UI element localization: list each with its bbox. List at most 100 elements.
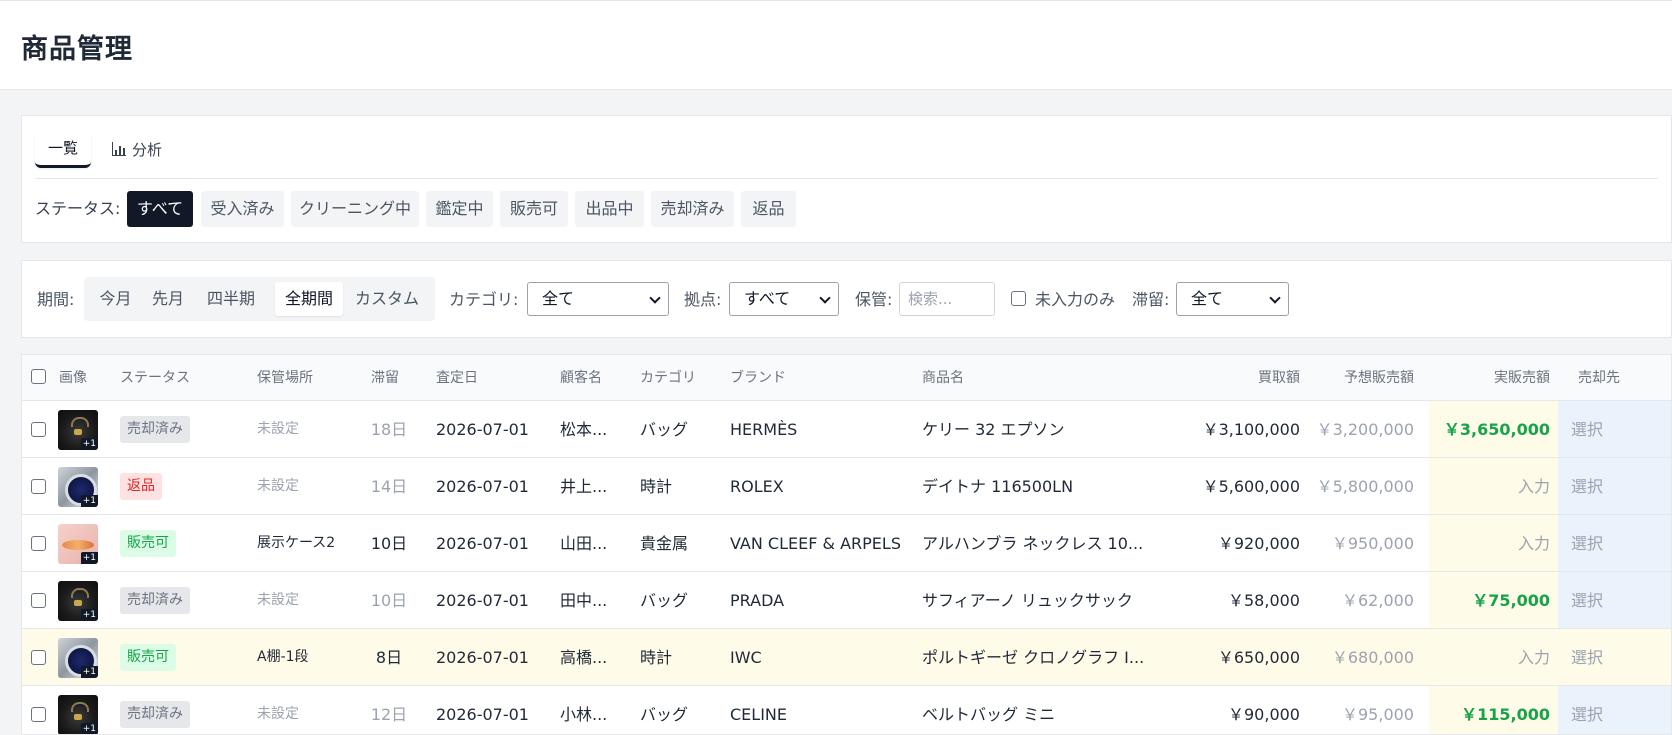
product-thumbnail[interactable]: +1 <box>58 695 98 734</box>
location-select[interactable]: すべて <box>729 282 839 316</box>
select-all-checkbox[interactable] <box>31 369 46 384</box>
product-thumbnail[interactable]: +1 <box>58 410 98 450</box>
table-row[interactable]: +1 売却済み 未設定 18日 2026-07-01 松本... バッグ HERMÈS ケリー … <box>22 401 1671 458</box>
period-quarter[interactable]: 四半期 <box>196 282 266 316</box>
table-row[interactable]: +1 販売可 A棚-1段 8日 2026-07-01 高橋... 時計 IWC ポルトギーゼ ク… <box>22 629 1671 686</box>
row-checkbox[interactable] <box>31 593 46 608</box>
unentered-only-checkbox[interactable] <box>1011 291 1026 306</box>
period-last-month[interactable]: 先月 <box>142 282 194 316</box>
stagnation-cell: 12日 <box>370 705 408 724</box>
purchase-price-cell: ￥58,000 <box>1228 591 1300 610</box>
buyer-select-cell[interactable]: 選択 <box>1571 458 1631 515</box>
actual-price-cell[interactable]: ￥115,000 <box>1432 686 1550 734</box>
location-cell: 未設定 <box>257 478 299 494</box>
row-checkbox[interactable] <box>31 422 46 437</box>
page-title: 商品管理 <box>21 34 133 65</box>
status-chip-all[interactable]: すべて <box>127 191 193 227</box>
appraisal-date-cell: 2026-07-01 <box>436 420 529 439</box>
stagnation-cell: 18日 <box>370 420 408 439</box>
stagnation-label: 滞留: <box>1132 290 1170 309</box>
table-row[interactable]: +1 売却済み 未設定 12日 2026-07-01 小林... バッグ CELINE ベルトバ… <box>22 686 1671 734</box>
status-badge: 返品 <box>120 473 162 500</box>
period-custom[interactable]: カスタム <box>345 282 429 316</box>
category-select[interactable]: 全て <box>527 282 669 316</box>
chevron-down-icon <box>819 292 831 304</box>
actual-price-cell[interactable]: ￥75,000 <box>1432 572 1550 629</box>
status-chip-sold[interactable]: 売却済み <box>651 191 734 227</box>
brand-cell: CELINE <box>730 705 787 724</box>
page-header: 商品管理 <box>0 0 1672 90</box>
buyer-select-cell[interactable]: 選択 <box>1571 629 1631 686</box>
actual-price-cell[interactable]: 入力 <box>1432 629 1550 686</box>
header-purchase: 買取額 <box>1258 370 1300 386</box>
header-status: ステータス <box>120 370 190 386</box>
status-filter-label: ステータス: <box>35 199 121 218</box>
status-chip-listed[interactable]: 出品中 <box>575 191 644 227</box>
brand-cell: PRADA <box>730 591 785 610</box>
product-name-cell[interactable]: サフィアーノ リュックサック <box>922 572 1152 629</box>
buyer-select-cell[interactable]: 選択 <box>1571 686 1631 734</box>
buyer-select-cell[interactable]: 選択 <box>1571 572 1631 629</box>
row-checkbox[interactable] <box>31 536 46 551</box>
product-thumbnail[interactable]: +1 <box>58 581 98 621</box>
table-row[interactable]: +1 売却済み 未設定 10日 2026-07-01 田中... バッグ PRADA サフィアー… <box>22 572 1671 629</box>
more-images-badge: +1 <box>80 723 98 734</box>
storage-label: 保管: <box>855 290 893 309</box>
actual-price-cell[interactable]: ￥3,650,000 <box>1432 401 1550 458</box>
tab-analysis[interactable]: 分析 <box>110 130 190 168</box>
period-label: 期間: <box>37 290 75 309</box>
purchase-price-cell: ￥90,000 <box>1228 705 1300 724</box>
status-chip-appraising[interactable]: 鑑定中 <box>426 191 493 227</box>
product-name-cell[interactable]: ベルトバッグ ミニ <box>922 686 1152 734</box>
header-buyer: 売却先 <box>1578 370 1620 386</box>
table-row[interactable]: +1 返品 未設定 14日 2026-07-01 井上... 時計 ROLEX デイトナ 116… <box>22 458 1671 515</box>
buyer-select-cell[interactable]: 選択 <box>1571 515 1631 572</box>
product-name-cell[interactable]: ケリー 32 エプソン <box>922 401 1152 458</box>
header-stagnation: 滞留 <box>371 370 399 386</box>
tab-list[interactable]: 一覧 <box>35 130 91 168</box>
appraisal-date-cell: 2026-07-01 <box>436 648 529 667</box>
location-cell: 展示ケース2 <box>257 535 336 551</box>
status-badge: 売却済み <box>120 416 190 443</box>
header-location: 保管場所 <box>257 370 313 386</box>
appraisal-date-cell: 2026-07-01 <box>436 534 529 553</box>
status-chip-cleaning[interactable]: クリーニング中 <box>291 191 419 227</box>
location-cell: 未設定 <box>257 706 299 722</box>
actual-price-cell[interactable]: 入力 <box>1432 458 1550 515</box>
period-all-time[interactable]: 全期間 <box>275 282 343 316</box>
product-thumbnail[interactable]: +1 <box>58 638 98 678</box>
appraisal-date-cell: 2026-07-01 <box>436 477 529 496</box>
customer-cell: 松本... <box>560 420 608 439</box>
product-name-cell[interactable]: アルハンブラ ネックレス 10... <box>922 515 1152 572</box>
actual-price-cell[interactable]: 入力 <box>1432 515 1550 572</box>
storage-search-input[interactable]: 検索... <box>899 282 995 316</box>
header-image: 画像 <box>59 370 87 386</box>
stagnation-select[interactable]: 全て <box>1176 282 1289 316</box>
category-cell: バッグ <box>640 705 689 724</box>
product-name-cell[interactable]: デイトナ 116500LN <box>922 458 1152 515</box>
expected-price-cell: ￥680,000 <box>1331 648 1414 667</box>
product-thumbnail[interactable]: +1 <box>58 524 98 564</box>
product-name-cell[interactable]: ポルトギーゼ クロノグラフ I... <box>922 629 1152 686</box>
row-checkbox[interactable] <box>31 707 46 722</box>
table-row[interactable]: +1 販売可 展示ケース2 10日 2026-07-01 山田... 貴金属 VAN CLEE… <box>22 515 1671 572</box>
row-checkbox[interactable] <box>31 479 46 494</box>
category-label: カテゴリ: <box>449 290 519 309</box>
status-chip-for-sale[interactable]: 販売可 <box>500 191 568 227</box>
header-category: カテゴリ <box>640 370 696 386</box>
product-thumbnail[interactable]: +1 <box>58 467 98 507</box>
location-cell: A棚-1段 <box>257 649 309 665</box>
buyer-select-cell[interactable]: 選択 <box>1571 401 1631 458</box>
header-actual: 実販売額 <box>1494 370 1550 386</box>
row-checkbox[interactable] <box>31 650 46 665</box>
purchase-price-cell: ￥650,000 <box>1217 648 1300 667</box>
period-this-month[interactable]: 今月 <box>90 282 141 316</box>
stagnation-cell: 14日 <box>370 477 408 496</box>
product-table: 画像 ステータス 保管場所 滞留 査定日 顧客名 カテゴリ ブランド 商品名 買… <box>21 354 1672 735</box>
status-chip-returned[interactable]: 返品 <box>741 191 796 227</box>
status-badge: 販売可 <box>120 530 176 557</box>
status-badge: 売却済み <box>120 701 190 728</box>
status-chip-received[interactable]: 受入済み <box>201 191 284 227</box>
expected-price-cell: ￥95,000 <box>1342 705 1414 724</box>
status-filter-card: 一覧 分析 ステータス: すべて 受入済み クリーニング中 鑑定中 販売可 出品… <box>21 115 1672 243</box>
